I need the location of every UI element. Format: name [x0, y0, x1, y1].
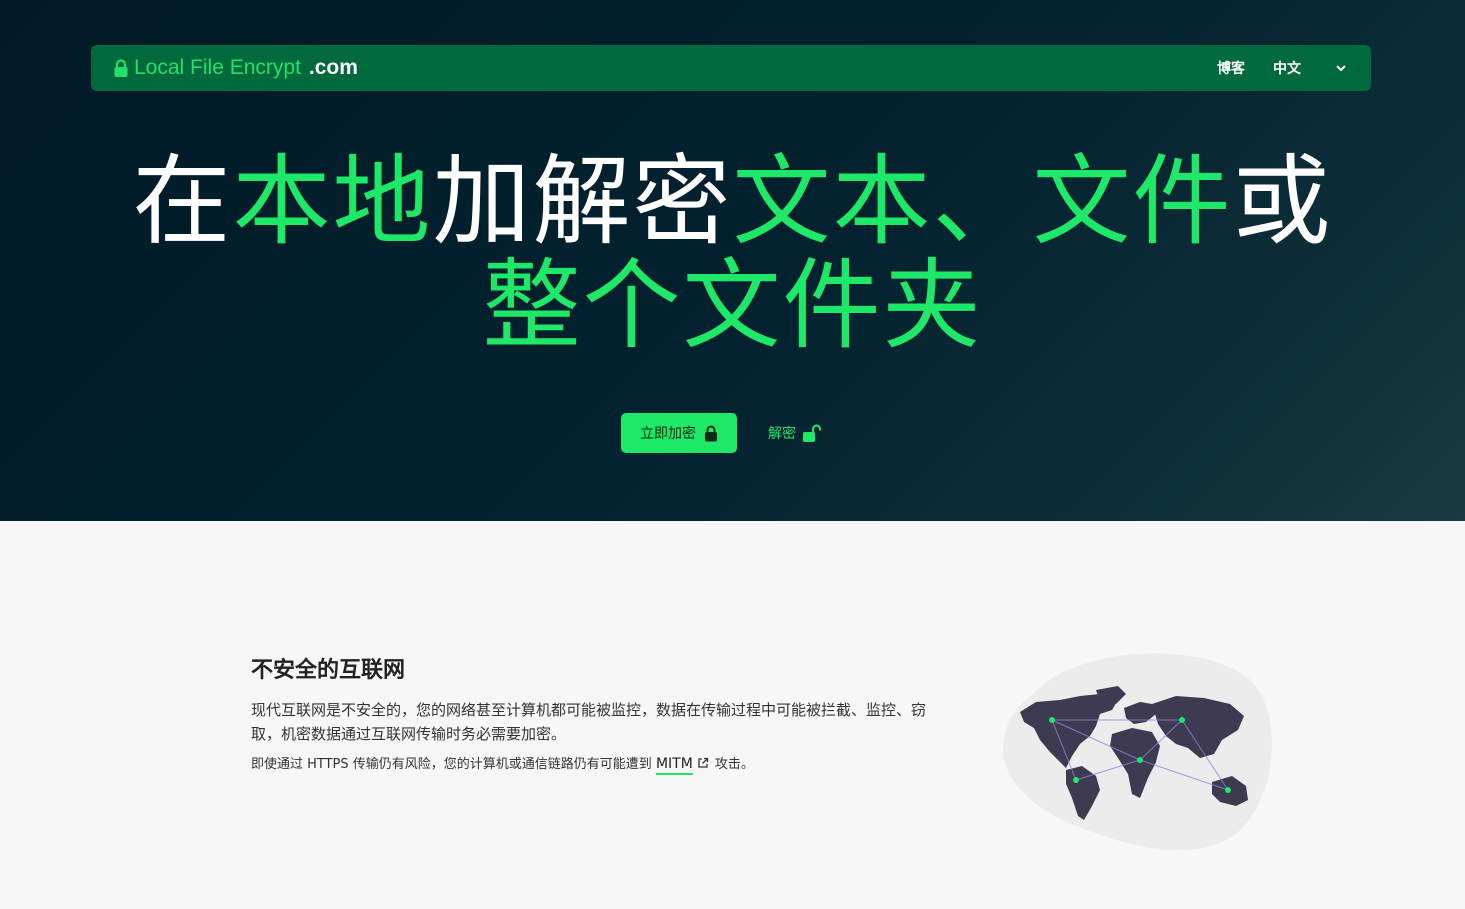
lock-icon: [114, 58, 128, 77]
language-selector[interactable]: 中文: [1273, 58, 1347, 78]
brand-name: Local File Encrypt: [134, 56, 301, 79]
headline-part: 或: [1232, 145, 1333, 259]
headline-part: 整个文件夹: [482, 249, 983, 363]
external-link-icon[interactable]: [697, 757, 709, 769]
section-paragraph: 现代互联网是不安全的，您的网络甚至计算机都可能被监控，数据在传输过程中可能被拦截…: [251, 701, 927, 743]
decrypt-button-label: 解密: [768, 426, 796, 442]
unlock-icon: [803, 424, 821, 442]
brand-tld: .com: [308, 56, 358, 79]
mitm-link[interactable]: MITM: [655, 756, 693, 775]
hero-headline: 在本地加解密文本、文件或 整个文件夹: [0, 150, 1465, 358]
world-map-illustration: [1000, 648, 1276, 854]
chevron-down-icon: [1336, 65, 1346, 72]
section-note: 即使通过 HTTPS 传输仍有风险，您的计算机或通信链路仍有可能遭到 MITM …: [251, 752, 951, 777]
encrypt-button-label: 立即加密: [640, 426, 696, 442]
section-title: 不安全的互联网: [251, 658, 406, 683]
headline-part: 文本、文件: [732, 145, 1233, 259]
nav-blog-link[interactable]: 博客: [1217, 58, 1245, 78]
note-text-before: 即使通过 HTTPS 传输仍有风险，您的计算机或通信链路仍有可能遭到: [251, 757, 652, 772]
encrypt-now-button[interactable]: 立即加密: [621, 413, 737, 453]
navbar: Local File Encrypt .com 博客 中文: [91, 45, 1371, 91]
lock-icon: [705, 425, 717, 441]
note-text-after: 攻击。: [714, 757, 754, 772]
brand-logo[interactable]: Local File Encrypt .com: [113, 45, 358, 91]
language-label: 中文: [1273, 61, 1301, 77]
headline-part: 加解密: [432, 145, 733, 259]
decrypt-button[interactable]: 解密: [768, 419, 822, 447]
headline-part: 在: [132, 145, 233, 259]
nav-links: 博客 中文: [1217, 45, 1347, 91]
hero-section: Local File Encrypt .com 博客 中文 在本地加解密文本、文…: [0, 0, 1465, 521]
headline-part: 本地: [232, 145, 433, 259]
